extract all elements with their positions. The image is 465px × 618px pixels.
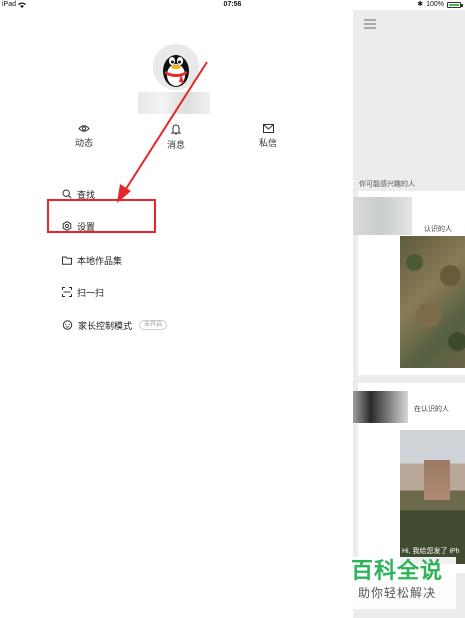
child-face-icon <box>62 320 73 330</box>
section-title: 你可能感兴趣的人 <box>359 181 415 188</box>
status-bar: iPad 07:56 ✱ 100% <box>0 0 465 10</box>
suggestion-card[interactable]: 在认识的人 Hi, 我给您发了 iPh <box>353 383 465 573</box>
blurred-face <box>424 460 450 500</box>
quick-action-feed[interactable]: 动态 <box>64 124 104 149</box>
settings-highlight-box <box>47 199 156 233</box>
qq-penguin-icon <box>153 44 199 90</box>
quick-action-messages[interactable]: 消息 <box>156 124 196 151</box>
card-photo: Hi, 我给您发了 iPh <box>400 430 465 564</box>
quick-action-label: 消息 <box>166 140 185 150</box>
nickname-blurred <box>138 92 210 114</box>
quick-action-direct-messages[interactable]: 私信 <box>248 124 288 149</box>
menu-icon[interactable] <box>364 19 376 29</box>
quick-action-label: 动态 <box>74 138 93 148</box>
menu-item-label: 扫一扫 <box>77 287 105 298</box>
watermark-subtitle: 助你轻松解决 <box>357 586 436 600</box>
menu-item-local-portfolio[interactable]: 本地作品集 <box>62 252 122 268</box>
watermark-title: 百科全说 <box>350 558 443 583</box>
status-badge: 未开启 <box>139 320 168 330</box>
avatar[interactable] <box>153 44 199 90</box>
menu-item-parental-control[interactable]: 家长控制模式 未开启 <box>62 317 168 333</box>
eye-icon <box>78 125 90 132</box>
search-icon <box>62 189 72 199</box>
suggestion-card[interactable]: 认识的人 <box>353 191 465 375</box>
card-label: 在认识的人 <box>414 406 449 413</box>
status-time: 07:56 <box>223 1 242 8</box>
battery-icon <box>447 2 463 8</box>
background-topbar <box>353 10 465 40</box>
card-label: 认识的人 <box>424 226 452 233</box>
quick-action-label: 私信 <box>258 138 277 148</box>
bell-icon <box>171 124 181 135</box>
battery-fill <box>449 4 459 6</box>
watermark: 百科全说 助你轻松解决 <box>338 557 456 609</box>
blurred-avatar <box>353 197 412 235</box>
scan-icon <box>62 287 72 297</box>
menu-item-scan[interactable]: 扫一扫 <box>62 284 104 300</box>
menu-item-label: 家长控制模式 <box>78 320 133 331</box>
bluetooth-icon: ✱ <box>417 1 424 8</box>
battery-percent: 100% <box>426 1 444 8</box>
folder-icon <box>62 256 72 265</box>
card-photo <box>400 236 465 368</box>
photo-caption: Hi, 我给您发了 iPh <box>402 548 460 555</box>
mail-icon <box>262 124 274 133</box>
background-page: 你可能感兴趣的人 认识的人 在认识的人 Hi, 我给您发了 iPh <box>353 10 465 618</box>
blurred-avatar <box>353 391 408 423</box>
status-right: ✱ 100% <box>417 0 463 10</box>
menu-item-label: 本地作品集 <box>77 255 123 266</box>
side-drawer: 动态 消息 私信 查找 设置 本地作品集 扫一扫 家长控制模式 未开启 <box>0 10 353 618</box>
